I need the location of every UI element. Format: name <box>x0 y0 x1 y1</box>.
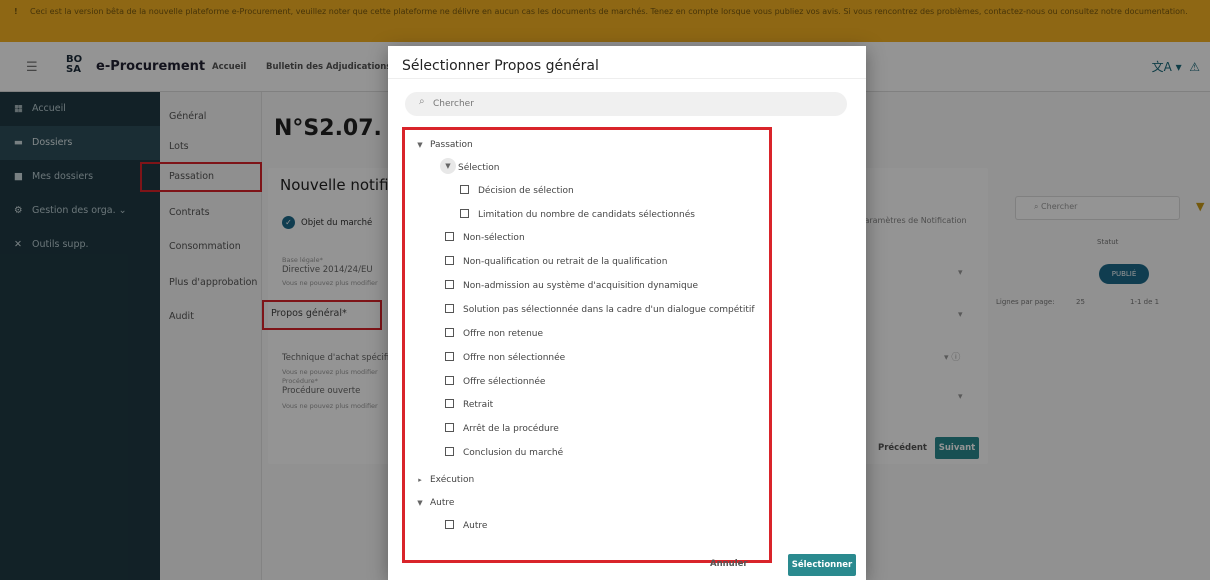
chevron-down-icon[interactable]: ▼ <box>415 135 425 155</box>
select-propos-dialog: Sélectionner Propos général ⌕ ▼ Passation… <box>388 46 866 580</box>
checkbox[interactable] <box>445 520 454 529</box>
tree-item-label: Limitation du nombre de candidats sélect… <box>478 210 695 220</box>
tree-item-label: Décision de sélection <box>478 186 574 196</box>
checkbox[interactable] <box>445 376 454 385</box>
tree-item-conclusion[interactable]: Conclusion du marché <box>445 443 563 463</box>
search-icon: ⌕ <box>419 96 425 107</box>
tree-node-label: Autre <box>430 498 455 508</box>
checkbox[interactable] <box>445 352 454 361</box>
divider <box>388 78 866 79</box>
tree-item-label: Offre non retenue <box>463 329 544 339</box>
chevron-right-icon[interactable]: ▸ <box>415 470 425 490</box>
chevron-down-icon[interactable]: ▼ <box>440 158 456 174</box>
checkbox[interactable] <box>445 304 454 313</box>
tree-node-selection[interactable]: ▼ Sélection <box>440 158 500 178</box>
tree-item-limitation[interactable]: Limitation du nombre de candidats sélect… <box>460 205 695 225</box>
tree-node-passation[interactable]: ▼ Passation <box>417 135 473 155</box>
cancel-button[interactable]: Annuler <box>710 559 748 569</box>
dialog-search-bar: ⌕ <box>405 92 847 116</box>
tree-item-label: Arrêt de la procédure <box>463 424 559 434</box>
tree-item-label: Non-qualification ou retrait de la quali… <box>463 257 668 267</box>
tree-item-label: Autre <box>463 521 488 531</box>
tree-node-label: Passation <box>430 140 473 150</box>
tree-node-label: Sélection <box>458 163 500 173</box>
tree-item-solution[interactable]: Solution pas sélectionnée dans la cadre … <box>445 300 755 320</box>
checkbox[interactable] <box>445 423 454 432</box>
checkbox[interactable] <box>460 209 469 218</box>
chevron-down-icon[interactable]: ▼ <box>415 493 425 513</box>
tree-item-offre-non-selectionnee[interactable]: Offre non sélectionnée <box>445 348 565 368</box>
tree-item-offre-selectionnee[interactable]: Offre sélectionnée <box>445 372 545 392</box>
checkbox[interactable] <box>445 399 454 408</box>
checkbox[interactable] <box>445 447 454 456</box>
tree-item-label: Non-sélection <box>463 233 525 243</box>
checkbox[interactable] <box>445 256 454 265</box>
tree-item-label: Non-admission au système d'acquisition d… <box>463 281 698 291</box>
tree-item-offre-non-retenue[interactable]: Offre non retenue <box>445 324 543 344</box>
tree-item-label: Retrait <box>463 400 494 410</box>
tree-item-label: Conclusion du marché <box>463 448 564 458</box>
checkbox[interactable] <box>445 280 454 289</box>
tree-node-execution[interactable]: ▸ Exécution <box>418 470 475 490</box>
dialog-title: Sélectionner Propos général <box>402 58 599 74</box>
tree-item-arret[interactable]: Arrêt de la procédure <box>445 419 559 439</box>
highlight-frame: ▼ Passation ▼ Sélection Décision de sélect… <box>402 127 772 563</box>
tree-node-label: Exécution <box>430 475 475 485</box>
select-button[interactable]: Sélectionner <box>788 554 856 576</box>
tree-item-non-qualification[interactable]: Non-qualification ou retrait de la quali… <box>445 252 667 272</box>
tree-item-retrait[interactable]: Retrait <box>445 395 493 415</box>
tree-item-non-selection[interactable]: Non-sélection <box>445 228 525 248</box>
dialog-search-input[interactable] <box>433 95 833 113</box>
tree-item-label: Offre non sélectionnée <box>463 353 566 363</box>
tree-item-label: Offre sélectionnée <box>463 377 546 387</box>
tree-item-label: Solution pas sélectionnée dans la cadre … <box>463 305 755 315</box>
tree-node-autre[interactable]: ▼ Autre <box>417 493 455 513</box>
tree-item-autre[interactable]: Autre <box>445 516 487 536</box>
checkbox[interactable] <box>445 328 454 337</box>
tree-item-non-admission[interactable]: Non-admission au système d'acquisition d… <box>445 276 698 296</box>
checkbox[interactable] <box>460 185 469 194</box>
tree-item-decision-selection[interactable]: Décision de sélection <box>460 181 574 201</box>
checkbox[interactable] <box>445 232 454 241</box>
